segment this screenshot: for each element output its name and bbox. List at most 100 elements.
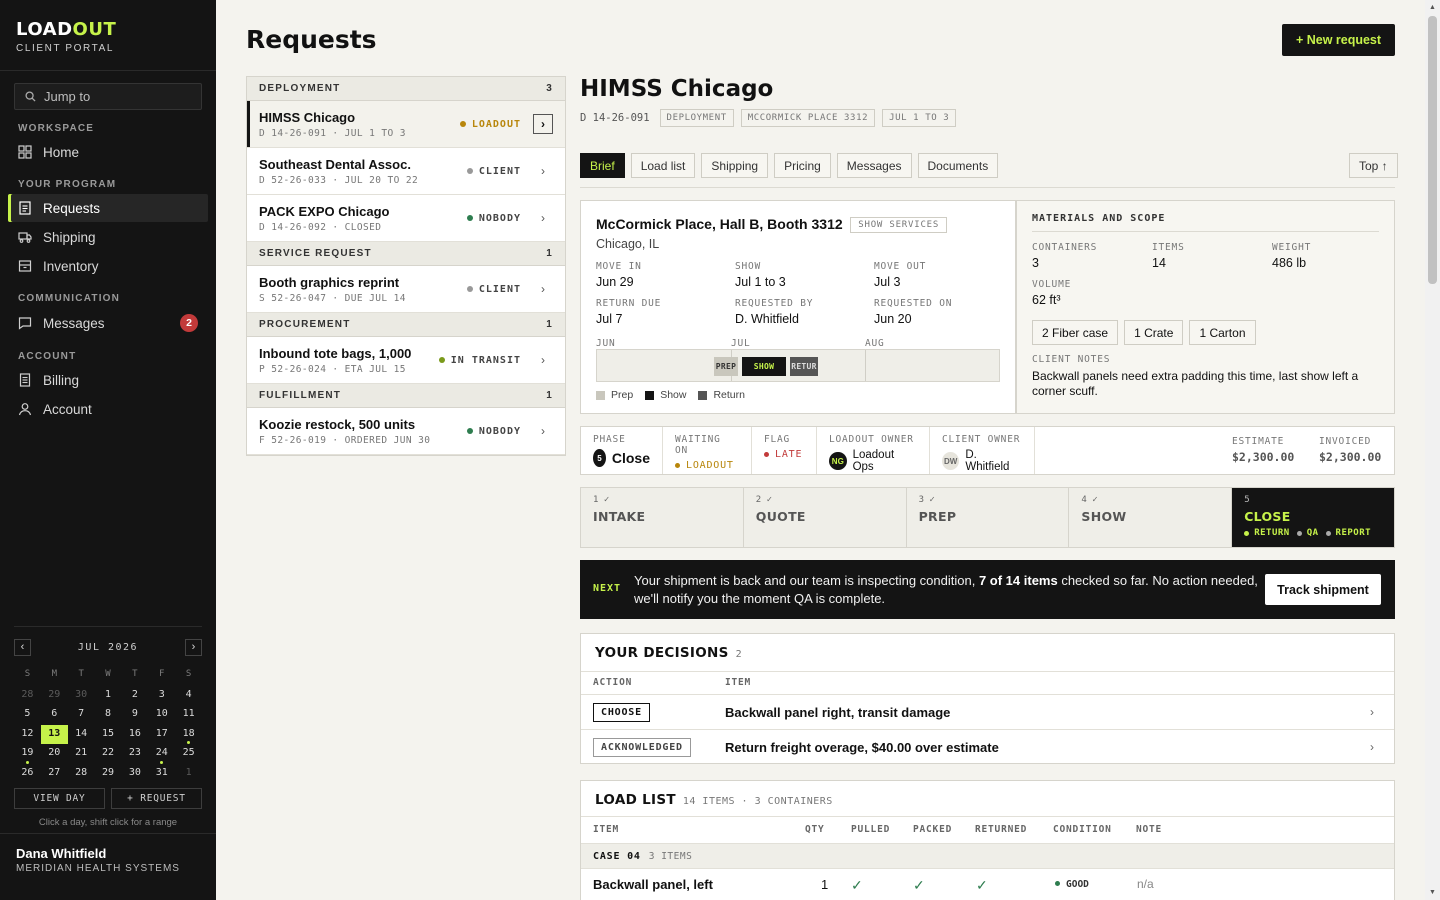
tab-documents[interactable]: Documents [917, 153, 999, 178]
status-label: LOADOUT [471, 118, 521, 130]
step-intake[interactable]: 1 ✓ INTAKE [581, 488, 744, 547]
tab-messages[interactable]: Messages [836, 153, 912, 178]
scroll-up-icon[interactable]: ▲ [1428, 3, 1437, 12]
sidebar-item-label: Messages [43, 315, 105, 331]
sidebar-item-account[interactable]: Account [8, 395, 208, 423]
request-row[interactable]: Southeast Dental Assoc. D 52-26-033 · JUL… [247, 148, 565, 195]
calendar-day[interactable]: 31 [148, 764, 175, 784]
pill-type: Carton [1209, 325, 1246, 340]
chevron-right-icon[interactable]: › [533, 421, 553, 441]
calendar-day[interactable]: 25 [175, 744, 202, 764]
step-close[interactable]: 5 CLOSE RETURN QA REPORT [1232, 488, 1394, 547]
request-row[interactable]: Koozie restock, 500 units F 52-26-019 · O… [247, 408, 565, 455]
request-row[interactable]: HIMSS Chicago D 14-26-091 · JUL 1 TO 3 LOA… [247, 101, 565, 148]
container-pill[interactable]: 1 Crate [1124, 320, 1184, 345]
track-shipment-button[interactable]: Track shipment [1265, 574, 1381, 605]
step-quote[interactable]: 2 ✓ QUOTE [744, 488, 907, 547]
request-row[interactable]: Booth graphics reprint S 52-26-047 · DUE … [247, 266, 565, 313]
chevron-right-icon[interactable]: › [533, 161, 553, 181]
stat-volume: VOLUME 62 ft³ [1032, 279, 1071, 307]
calendar-day[interactable]: 19 [14, 744, 41, 764]
calendar-day[interactable]: 15 [95, 725, 122, 745]
brand-logo[interactable]: LOADOUT CLIENT PORTAL [16, 20, 116, 55]
step-show[interactable]: 4 ✓ SHOW [1069, 488, 1233, 547]
calendar-day[interactable]: 12 [14, 725, 41, 745]
calendar-day[interactable]: 11 [175, 705, 202, 725]
container-pill[interactable]: 1 Carton [1189, 320, 1256, 345]
calendar-day[interactable]: 1 [175, 764, 202, 784]
calendar-day[interactable]: 22 [95, 744, 122, 764]
calendar-day[interactable]: 3 [148, 686, 175, 706]
case-group-row[interactable]: CASE 04 3 ITEMS [581, 843, 1394, 868]
scroll-top-button[interactable]: Top ↑ [1349, 153, 1398, 178]
chevron-right-icon[interactable]: › [533, 350, 553, 370]
calendar-day[interactable]: 4 [175, 686, 202, 706]
sidebar-item-shipping[interactable]: Shipping [8, 223, 208, 251]
calendar-day[interactable]: 21 [68, 744, 95, 764]
calendar-new-request-button[interactable]: + REQUEST [111, 788, 202, 809]
tab-load-list[interactable]: Load list [630, 153, 696, 178]
calendar-day[interactable]: 13 [40, 724, 68, 744]
calendar-day[interactable]: 24 [148, 744, 175, 764]
calendar-day[interactable]: 28 [68, 764, 95, 784]
legend-return: Return [698, 389, 745, 401]
calendar-day[interactable]: 7 [68, 705, 95, 725]
calendar-day[interactable]: 16 [121, 725, 148, 745]
chevron-right-icon[interactable]: › [533, 279, 553, 299]
notes-label: CLIENT NOTES [1032, 354, 1111, 365]
calendar-day[interactable]: 14 [68, 725, 95, 745]
sidebar-item-home[interactable]: Home [8, 138, 208, 166]
page-scrollbar[interactable]: ▲ ▼ [1425, 0, 1440, 900]
calendar-week: 12 13 14 15 16 17 18 [14, 724, 202, 745]
calendar-day[interactable]: 5 [14, 705, 41, 725]
chevron-right-icon[interactable]: › [533, 114, 553, 134]
tab-shipping[interactable]: Shipping [701, 153, 769, 178]
calendar-day[interactable]: 29 [95, 764, 122, 784]
calendar-next-button[interactable]: › [184, 638, 202, 656]
scroll-down-icon[interactable]: ▼ [1428, 888, 1437, 897]
request-id: D 14-26-091 [580, 112, 650, 124]
view-day-button[interactable]: VIEW DAY [14, 788, 105, 809]
calendar-prev-button[interactable]: ‹ [14, 638, 31, 656]
calendar-day[interactable]: 26 [14, 764, 41, 784]
sidebar-item-messages[interactable]: Messages 2 [8, 309, 208, 337]
chevron-right-icon[interactable]: › [533, 208, 553, 228]
col-returned: RETURNED [975, 824, 1028, 835]
calendar-day[interactable]: 28 [14, 686, 41, 706]
show-services-button[interactable]: SHOW SERVICES [850, 217, 948, 233]
container-pill[interactable]: 2 Fiber case [1032, 320, 1119, 345]
calendar-day[interactable]: 10 [148, 705, 175, 725]
calendar-day[interactable]: 30 [121, 764, 148, 784]
decision-row[interactable]: ACKNOWLEDGED Return freight overage, $40… [581, 729, 1394, 764]
calendar-day[interactable]: 6 [41, 705, 68, 725]
tab-brief[interactable]: Brief [580, 153, 625, 178]
calendar-day[interactable]: 18 [175, 725, 202, 745]
choose-button[interactable]: CHOOSE [593, 702, 650, 722]
jump-to-search[interactable]: Jump to [14, 83, 202, 110]
calendar-day[interactable]: 8 [95, 705, 122, 725]
sidebar-item-inventory[interactable]: Inventory [8, 252, 208, 280]
sidebar-item-requests[interactable]: Requests [8, 194, 208, 222]
calendar-day[interactable]: 27 [41, 764, 68, 784]
calendar-day[interactable]: 23 [121, 744, 148, 764]
request-row[interactable]: PACK EXPO Chicago D 14-26-092 · CLOSED NOB… [247, 195, 565, 242]
request-row[interactable]: Inbound tote bags, 1,000 P 52-26-024 · ET… [247, 337, 565, 384]
decision-row[interactable]: CHOOSE Backwall panel right, transit dam… [581, 694, 1394, 729]
step-prep[interactable]: 3 ✓ PREP [907, 488, 1070, 547]
new-request-button[interactable]: + New request [1282, 24, 1395, 56]
tab-pricing[interactable]: Pricing [774, 153, 831, 178]
calendar-day[interactable]: 9 [121, 705, 148, 725]
calendar-day[interactable]: 17 [148, 725, 175, 745]
scrollbar-thumb[interactable] [1428, 16, 1437, 284]
sidebar-item-billing[interactable]: Billing [8, 366, 208, 394]
calendar-day[interactable]: 29 [41, 686, 68, 706]
field-move-out: MOVE OUT Jul 3 [874, 261, 1013, 289]
calendar-day[interactable]: 30 [68, 686, 95, 706]
calendar-week: 28 29 30 1 2 3 4 [14, 686, 202, 706]
user-profile[interactable]: Dana Whitfield MERIDIAN HEALTH SYSTEMS [16, 846, 180, 874]
calendar-day[interactable]: 20 [41, 744, 68, 764]
table-row[interactable]: Backwall panel, left 1 ✓ ✓ ✓ GOOD n/a [581, 868, 1394, 898]
calendar-day[interactable]: 1 [95, 686, 122, 706]
page-title: Requests [246, 25, 377, 54]
calendar-day[interactable]: 2 [121, 686, 148, 706]
